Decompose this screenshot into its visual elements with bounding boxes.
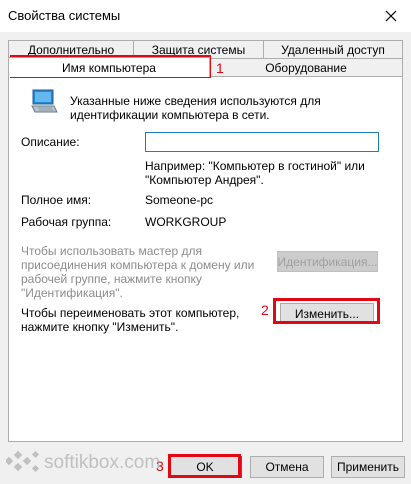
cancel-button[interactable]: Отмена	[250, 456, 324, 478]
system-properties-window: Свойства системы Дополнительно Защита си…	[0, 0, 411, 484]
tab-hardware[interactable]: Оборудование	[209, 58, 403, 78]
rename-text-line1: Чтобы переименовать этот компьютер,	[21, 306, 240, 320]
highlight-box-2	[273, 298, 380, 324]
watermark: softikbox.com	[6, 448, 160, 478]
wizard-text-line4: "Идентификация".	[21, 286, 123, 300]
computer-icon	[31, 89, 58, 113]
description-input[interactable]	[145, 132, 379, 152]
wizard-text-line2: присоединения компьютера к домену или	[21, 258, 255, 272]
tab-remote-access[interactable]: Удаленный доступ	[263, 40, 403, 60]
close-icon	[385, 10, 397, 22]
apply-button[interactable]: Применить	[331, 456, 405, 478]
watermark-logo-icon	[6, 450, 40, 473]
wizard-text-line3: рабочей группе, нажмите кнопку	[21, 272, 202, 286]
window-title: Свойства системы	[8, 8, 121, 23]
info-text-line2: идентификации компьютера в сети.	[70, 108, 270, 122]
tab-label: Имя компьютера	[62, 60, 156, 75]
workgroup-label: Рабочая группа:	[21, 215, 112, 229]
close-button[interactable]	[371, 0, 411, 32]
workgroup-value: WORKGROUP	[145, 215, 227, 229]
apply-button-label: Применить	[336, 460, 399, 474]
tab-label: Оборудование	[265, 61, 347, 75]
tab-label: Удаленный доступ	[281, 43, 385, 57]
example-text-line2: "Компьютер Андрея".	[145, 173, 264, 187]
full-name-value: Someone-pc	[145, 193, 214, 207]
identification-button-label: Идентификация...	[277, 254, 378, 269]
cancel-button-label: Отмена	[265, 460, 309, 474]
rename-text-line2: нажмите кнопку "Изменить".	[21, 320, 179, 334]
watermark-text: softikbox.com	[44, 452, 161, 473]
info-text-line1: Указанные ниже сведения используются для	[70, 94, 321, 108]
highlight-box-3	[168, 454, 241, 478]
title-bar: Свойства системы	[0, 0, 411, 32]
description-label: Описание:	[21, 135, 80, 149]
full-name-label: Полное имя:	[21, 193, 92, 207]
example-text-line1: Например: "Компьютер в гостиной" или	[145, 159, 365, 173]
identification-button[interactable]: Идентификация...	[277, 251, 378, 272]
annotation-number-1: 1	[216, 60, 224, 76]
annotation-number-2: 2	[261, 302, 269, 318]
wizard-text-line1: Чтобы использовать мастер для	[21, 244, 202, 258]
tab-computer-name[interactable]: Имя компьютера	[8, 57, 210, 77]
